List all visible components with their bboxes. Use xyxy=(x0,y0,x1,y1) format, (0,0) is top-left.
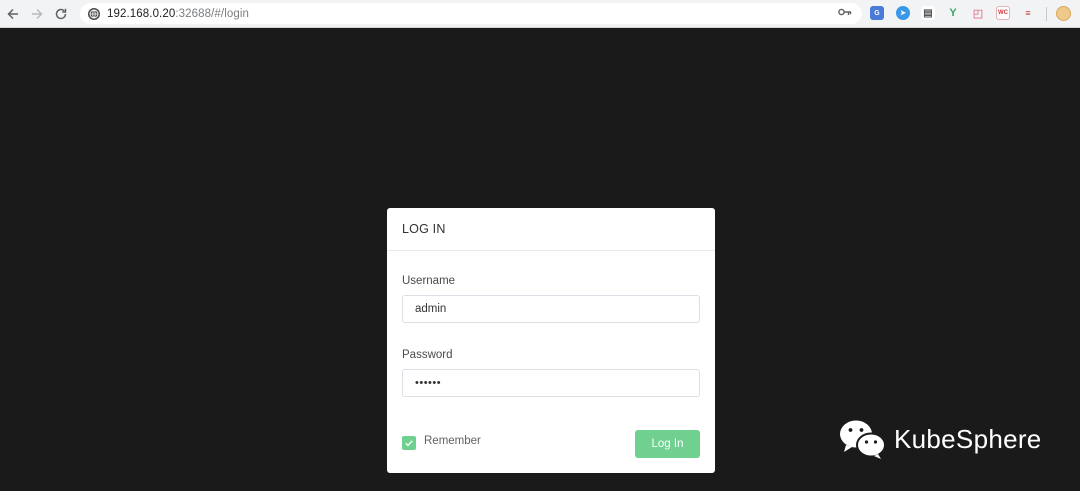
toolbar-divider xyxy=(1046,7,1047,21)
leaf-extension-icon[interactable]: Y xyxy=(946,6,960,20)
reload-icon xyxy=(55,8,67,19)
check-icon xyxy=(405,440,413,447)
wechat-icon xyxy=(840,420,886,459)
password-label: Password xyxy=(402,349,453,361)
password-input[interactable]: •••••• xyxy=(402,369,700,397)
login-card: LOG IN Username admin Password •••••• Re… xyxy=(387,208,715,473)
arrow-right-icon xyxy=(32,8,43,19)
translate-extension-icon[interactable]: G xyxy=(870,6,884,20)
flag-extension-icon[interactable]: ≡ xyxy=(1021,6,1035,20)
watermark-text: KubeSphere xyxy=(894,423,1042,454)
remember-checkbox[interactable] xyxy=(402,436,416,450)
watermark: KubeSphere xyxy=(838,418,1042,460)
wc-extension-icon[interactable]: WC xyxy=(996,6,1010,20)
username-value: admin xyxy=(415,303,447,315)
vpn-extension-icon[interactable]: ➤ xyxy=(896,6,910,20)
back-button[interactable] xyxy=(1,2,25,26)
reload-button[interactable] xyxy=(49,2,73,26)
login-title: LOG IN xyxy=(402,222,446,236)
login-button[interactable]: Log In xyxy=(635,430,700,458)
key-icon[interactable] xyxy=(838,6,852,20)
globe-icon xyxy=(88,7,100,20)
username-label: Username xyxy=(402,275,456,287)
forward-button[interactable] xyxy=(25,2,49,26)
password-value: •••••• xyxy=(415,377,442,389)
arrow-left-icon xyxy=(7,8,18,19)
gift-extension-icon[interactable]: ◰ xyxy=(971,6,985,20)
address-bar[interactable]: 192.168.0.20:32688/#/login xyxy=(80,3,862,24)
username-input[interactable]: admin xyxy=(402,295,700,323)
remember-label[interactable]: Remember xyxy=(424,435,481,447)
profile-avatar[interactable] xyxy=(1056,6,1071,21)
url-host: 192.168.0.20 xyxy=(107,7,176,20)
reader-extension-icon[interactable]: ▤ xyxy=(921,6,935,20)
card-header: LOG IN xyxy=(387,208,715,251)
url-text: 192.168.0.20:32688/#/login xyxy=(107,8,249,20)
url-path: :32688/#/login xyxy=(175,7,250,20)
browser-toolbar: 192.168.0.20:32688/#/login G ➤ ▤ Y ◰ WC … xyxy=(0,0,1080,28)
